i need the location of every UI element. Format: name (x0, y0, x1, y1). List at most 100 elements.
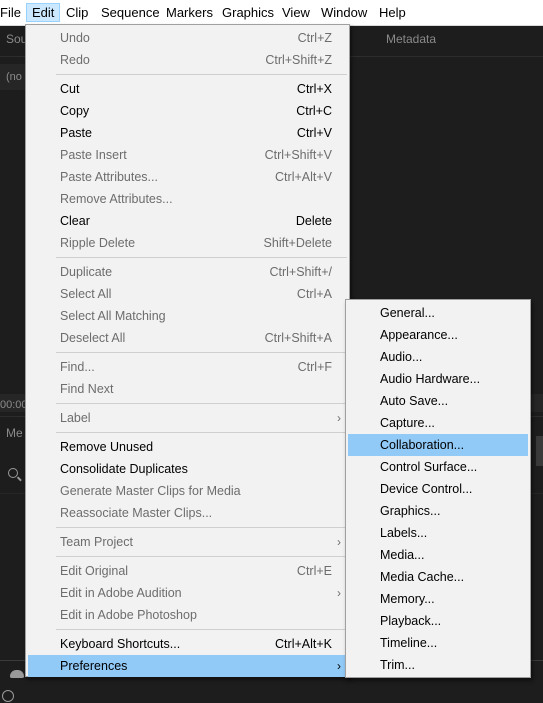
pref-media-cache[interactable]: Media Cache... (348, 566, 528, 588)
menu-separator (56, 556, 347, 557)
menu-item-duplicate[interactable]: Duplicate Ctrl+Shift+/ (28, 261, 347, 283)
menu-item-label: Preferences (60, 659, 128, 673)
scrollbar-right[interactable] (536, 436, 543, 466)
menu-item-label-submenu[interactable]: Label › (28, 407, 347, 429)
pref-audio-hardware[interactable]: Audio Hardware... (348, 368, 528, 390)
menu-item-paste-attributes[interactable]: Paste Attributes... Ctrl+Alt+V (28, 166, 347, 188)
pref-labels[interactable]: Labels... (348, 522, 528, 544)
menu-item-copy[interactable]: Copy Ctrl+C (28, 100, 347, 122)
menu-item-label: Clear (60, 214, 90, 228)
menu-item-shortcut: Ctrl+Alt+V (275, 170, 332, 184)
menu-item-label: Timeline... (380, 636, 438, 650)
menu-item-shortcut: Ctrl+F (297, 360, 332, 374)
menu-item-reassociate-master-clips[interactable]: Reassociate Master Clips... (28, 502, 347, 524)
menu-item-label: Media... (380, 548, 425, 562)
menu-item-label: Media Cache... (380, 570, 465, 584)
menu-item-label: Select All (60, 287, 112, 301)
menu-item-label: Find... (60, 360, 95, 374)
menu-item-undo[interactable]: Undo Ctrl+Z (28, 27, 347, 49)
menu-separator (56, 257, 347, 258)
menu-item-select-all[interactable]: Select All Ctrl+A (28, 283, 347, 305)
menu-item-label: Label (60, 411, 91, 425)
menu-item-edit-in-audition[interactable]: Edit in Adobe Audition › (28, 582, 347, 604)
pref-device-control[interactable]: Device Control... (348, 478, 528, 500)
menu-item-redo[interactable]: Redo Ctrl+Shift+Z (28, 49, 347, 71)
menu-item-find-next[interactable]: Find Next (28, 378, 347, 400)
pref-general[interactable]: General... (348, 302, 528, 324)
menu-item-ripple-delete[interactable]: Ripple Delete Shift+Delete (28, 232, 347, 254)
menu-item-generate-master-clips[interactable]: Generate Master Clips for Media (28, 480, 347, 502)
menu-item-label: Consolidate Duplicates (60, 462, 188, 476)
menu-item-label: Audio Hardware... (380, 372, 481, 386)
menu-item-label: Find Next (60, 382, 114, 396)
pref-memory[interactable]: Memory... (348, 588, 528, 610)
menu-item-label: General... (380, 306, 435, 320)
menu-item-label: Keyboard Shortcuts... (60, 637, 181, 651)
pref-auto-save[interactable]: Auto Save... (348, 390, 528, 412)
pref-capture[interactable]: Capture... (348, 412, 528, 434)
menu-item-preferences[interactable]: Preferences › (28, 655, 347, 677)
menu-item-label: Reassociate Master Clips... (60, 506, 213, 520)
pref-trim[interactable]: Trim... (348, 654, 528, 676)
menu-item-label: Audio... (380, 350, 423, 364)
menu-item-shortcut: Ctrl+Alt+K (275, 637, 332, 651)
menu-item-edit-in-photoshop[interactable]: Edit in Adobe Photoshop (28, 604, 347, 626)
menu-item-paste[interactable]: Paste Ctrl+V (28, 122, 347, 144)
menu-item-cut[interactable]: Cut Ctrl+X (28, 78, 347, 100)
pref-control-surface[interactable]: Control Surface... (348, 456, 528, 478)
menu-item-label: Edit in Adobe Audition (60, 586, 182, 600)
menu-clip[interactable]: Clip (61, 3, 93, 22)
menu-item-shortcut: Ctrl+C (296, 104, 332, 118)
pref-collaboration[interactable]: Collaboration... (348, 434, 528, 456)
pref-playback[interactable]: Playback... (348, 610, 528, 632)
menu-item-label: Appearance... (380, 328, 458, 342)
edit-menu: Undo Ctrl+Z Redo Ctrl+Shift+Z Cut Ctrl+X Co… (25, 24, 350, 677)
menu-item-label: Graphics... (380, 504, 441, 518)
menu-item-label: Duplicate (60, 265, 113, 279)
pref-appearance[interactable]: Appearance... (348, 324, 528, 346)
menu-item-clear[interactable]: Clear Delete (28, 210, 347, 232)
menu-item-paste-insert[interactable]: Paste Insert Ctrl+Shift+V (28, 144, 347, 166)
pref-timeline[interactable]: Timeline... (348, 632, 528, 654)
menu-item-select-all-matching[interactable]: Select All Matching (28, 305, 347, 327)
menu-item-edit-original[interactable]: Edit Original Ctrl+E (28, 560, 347, 582)
menu-item-remove-attributes[interactable]: Remove Attributes... (28, 188, 347, 210)
menu-item-label: Select All Matching (60, 309, 166, 323)
menu-item-label: Team Project (60, 535, 133, 549)
menu-item-label: Undo (60, 31, 90, 45)
menu-markers[interactable]: Markers (161, 3, 218, 22)
menu-item-shortcut: Shift+Delete (263, 236, 332, 250)
menu-separator (56, 432, 347, 433)
menu-file[interactable]: File (0, 3, 26, 22)
menu-item-shortcut: Ctrl+X (296, 82, 332, 96)
menu-item-shortcut: Ctrl+V (296, 126, 332, 140)
menu-item-label: Ripple Delete (60, 236, 136, 250)
menu-item-remove-unused[interactable]: Remove Unused (28, 436, 347, 458)
timecode-readout: 00:00 (0, 399, 28, 411)
menu-separator (56, 629, 347, 630)
menu-item-label: Remove Unused (60, 440, 154, 454)
menu-item-label: Paste (60, 126, 92, 140)
menu-help[interactable]: Help (374, 3, 411, 22)
menu-item-find[interactable]: Find... Ctrl+F (28, 356, 347, 378)
media-panel-tab[interactable]: Me (6, 426, 23, 440)
menu-item-label: Collaboration... (380, 438, 465, 452)
menu-item-consolidate-duplicates[interactable]: Consolidate Duplicates (28, 458, 347, 480)
menu-window[interactable]: Window (316, 3, 372, 22)
menu-graphics[interactable]: Graphics (217, 3, 279, 22)
pref-graphics[interactable]: Graphics... (348, 500, 528, 522)
chevron-right-icon: › (337, 586, 341, 600)
menu-item-keyboard-shortcuts[interactable]: Keyboard Shortcuts... Ctrl+Alt+K (28, 633, 347, 655)
menu-view[interactable]: View (277, 3, 315, 22)
menu-item-deselect-all[interactable]: Deselect All Ctrl+Shift+A (28, 327, 347, 349)
metadata-panel-tab[interactable]: Metadata (386, 32, 436, 46)
menu-item-label: Labels... (380, 526, 428, 540)
menu-bar: File Edit Clip Sequence Markers Graphics… (0, 0, 543, 26)
pref-audio[interactable]: Audio... (348, 346, 528, 368)
menu-edit[interactable]: Edit (26, 3, 61, 22)
menu-sequence[interactable]: Sequence (96, 3, 165, 22)
menu-item-team-project[interactable]: Team Project › (28, 531, 347, 553)
pref-media[interactable]: Media... (348, 544, 528, 566)
menu-item-label: Generate Master Clips for Media (60, 484, 241, 498)
menu-item-label: Auto Save... (380, 394, 449, 408)
